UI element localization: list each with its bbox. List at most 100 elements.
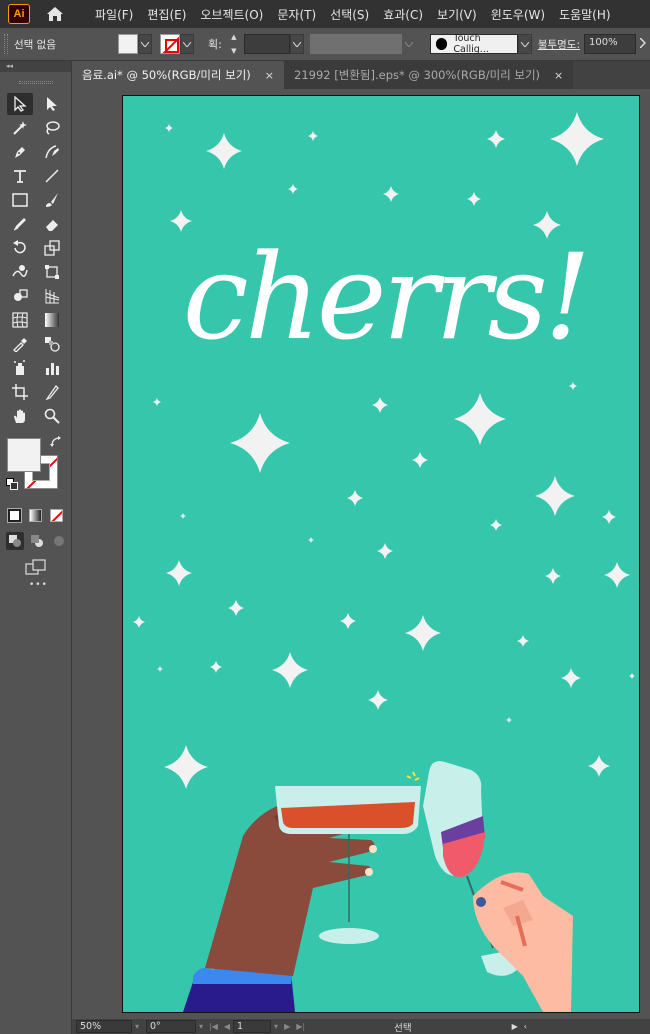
menu-help[interactable]: 도움말(H) — [552, 6, 618, 23]
free-transform-tool-icon[interactable] — [39, 261, 65, 283]
warp-tool-icon[interactable] — [7, 261, 33, 283]
default-colors-icon[interactable] — [6, 478, 18, 493]
chevron-down-icon[interactable]: ▾ — [274, 1022, 278, 1031]
zoom-tool-icon[interactable] — [39, 405, 65, 427]
previous-artboard-icon[interactable]: ◀ — [224, 1022, 230, 1031]
status-menu-icon[interactable]: ▶ — [512, 1022, 518, 1031]
tools-panel: ◂◂ ••• — [0, 61, 72, 1034]
scroll-left-icon[interactable]: ‹ — [524, 1022, 527, 1031]
column-graph-tool-icon[interactable] — [39, 357, 65, 379]
illustrator-window: Ai 파일(F) 편집(E) 오브젝트(O) 문자(T) 선택(S) 효과(C)… — [0, 0, 650, 1034]
draw-behind-icon[interactable] — [28, 532, 46, 550]
paintbrush-tool-icon[interactable] — [39, 189, 65, 211]
canvas-area[interactable]: cherrs! — [72, 89, 650, 1019]
control-bar: 선택 없음 획: ▲ ▼ Touch Callig... 불투명도: 100% — [0, 28, 650, 61]
screen-mode-icon[interactable] — [0, 554, 71, 580]
toolbar-collapse[interactable]: ◂◂ — [0, 61, 71, 72]
zoom-value: 50% — [80, 1021, 102, 1032]
line-tool-icon[interactable] — [39, 165, 65, 187]
menu-window[interactable]: 윈도우(W) — [484, 6, 552, 23]
artboard[interactable]: cherrs! — [122, 95, 640, 1013]
rotation-field[interactable]: 0° — [146, 1020, 197, 1033]
gradient-tool-icon[interactable] — [39, 309, 65, 331]
lasso-tool-icon[interactable] — [39, 117, 65, 139]
swap-fill-stroke-icon[interactable] — [50, 436, 62, 451]
tab-label: 21992 [변환됨].eps* @ 300%(RGB/미리 보기) — [294, 68, 541, 82]
stroke-label: 획: — [208, 38, 222, 51]
tab-document-2[interactable]: 21992 [변환됨].eps* @ 300%(RGB/미리 보기) × — [284, 61, 574, 89]
slice-tool-icon[interactable] — [39, 381, 65, 403]
tool-status[interactable]: 선택 — [394, 1020, 411, 1034]
eyedropper-tool-icon[interactable] — [7, 333, 33, 355]
menu-object[interactable]: 오브젝트(O) — [193, 6, 270, 23]
opacity-label[interactable]: 불투명도: — [538, 37, 580, 52]
panel-grip[interactable] — [4, 34, 8, 54]
stroke-dropdown[interactable] — [180, 34, 194, 54]
perspective-grid-tool-icon[interactable] — [39, 285, 65, 307]
home-icon[interactable] — [44, 3, 66, 25]
menu-view[interactable]: 보기(V) — [430, 6, 484, 23]
gradient-icon[interactable] — [29, 508, 42, 522]
fill-swatch[interactable] — [118, 34, 138, 54]
cheers-illustration[interactable]: cherrs! — [123, 96, 639, 1012]
selection-tool-icon[interactable] — [7, 93, 33, 115]
color-icon[interactable] — [7, 507, 22, 523]
tab-label: 음료.ai* @ 50%(RGB/미리 보기) — [82, 68, 251, 82]
symbol-sprayer-tool-icon[interactable] — [7, 357, 33, 379]
chevron-down-icon[interactable]: ▾ — [135, 1022, 139, 1031]
rotate-tool-icon[interactable] — [7, 237, 33, 259]
blend-tool-icon[interactable] — [39, 333, 65, 355]
artboard-tool-icon[interactable] — [7, 381, 33, 403]
app-logo: Ai — [8, 4, 30, 24]
chevron-down-icon — [520, 41, 529, 47]
variable-width-profile[interactable] — [309, 34, 402, 54]
brush-dropdown[interactable] — [517, 34, 532, 54]
curvature-tool-icon[interactable] — [39, 141, 65, 163]
shaper-tool-icon[interactable] — [7, 213, 33, 235]
direct-selection-tool-icon[interactable] — [39, 93, 65, 115]
chevron-down-icon — [141, 41, 149, 47]
chevron-down-icon — [404, 41, 413, 47]
brush-definition[interactable]: Touch Callig... — [429, 33, 518, 55]
close-icon[interactable]: × — [554, 69, 563, 82]
artboard-number-field[interactable]: 1 — [233, 1020, 272, 1033]
none-icon[interactable] — [50, 508, 63, 522]
menu-file[interactable]: 파일(F) — [88, 6, 140, 23]
zoom-field[interactable]: 50% — [76, 1020, 132, 1033]
last-artboard-icon[interactable]: ▶| — [296, 1022, 305, 1031]
hand-tool-icon[interactable] — [7, 405, 33, 427]
scale-tool-icon[interactable] — [39, 237, 65, 259]
rectangle-tool-icon[interactable] — [7, 189, 33, 211]
mesh-tool-icon[interactable] — [7, 309, 33, 331]
magic-wand-tool-icon[interactable] — [7, 117, 33, 139]
opacity-field[interactable]: 100% — [584, 34, 637, 54]
fill-dropdown[interactable] — [138, 34, 152, 54]
pen-tool-icon[interactable] — [7, 141, 33, 163]
menu-select[interactable]: 선택(S) — [323, 6, 376, 23]
draw-normal-icon[interactable] — [6, 532, 24, 550]
stroke-weight-dropdown[interactable] — [289, 34, 304, 54]
artboard-number: 1 — [237, 1021, 244, 1032]
toolbar-grip[interactable] — [0, 72, 71, 92]
fill-color-swatch[interactable] — [7, 438, 41, 472]
eraser-tool-icon[interactable] — [39, 213, 65, 235]
tab-document-1[interactable]: 음료.ai* @ 50%(RGB/미리 보기) × — [72, 61, 285, 89]
first-artboard-icon[interactable]: |◀ — [209, 1022, 218, 1031]
next-artboard-icon[interactable]: ▶ — [284, 1022, 290, 1031]
chevron-right-icon[interactable] — [639, 36, 647, 51]
menu-items: 파일(F) 편집(E) 오브젝트(O) 문자(T) 선택(S) 효과(C) 보기… — [88, 6, 618, 23]
chevron-down-icon[interactable]: ▾ — [199, 1022, 203, 1031]
stroke-stepper[interactable]: ▲ ▼ — [228, 33, 240, 55]
edit-toolbar-button[interactable]: ••• — [0, 580, 71, 600]
draw-inside-icon[interactable] — [50, 532, 68, 550]
close-icon[interactable]: × — [265, 69, 274, 82]
status-bar: 50% ▾ 0° ▾ |◀ ◀ 1 ▾ ▶ ▶| 선택 ▶ ‹ — [72, 1019, 650, 1034]
menu-effect[interactable]: 효과(C) — [376, 6, 430, 23]
menu-type[interactable]: 문자(T) — [270, 6, 323, 23]
menu-edit[interactable]: 편집(E) — [140, 6, 193, 23]
stroke-swatch[interactable] — [160, 34, 180, 54]
shape-builder-tool-icon[interactable] — [7, 285, 33, 307]
stroke-weight-field[interactable] — [243, 34, 290, 54]
profile-dropdown[interactable] — [401, 34, 416, 54]
type-tool-icon[interactable] — [7, 165, 33, 187]
